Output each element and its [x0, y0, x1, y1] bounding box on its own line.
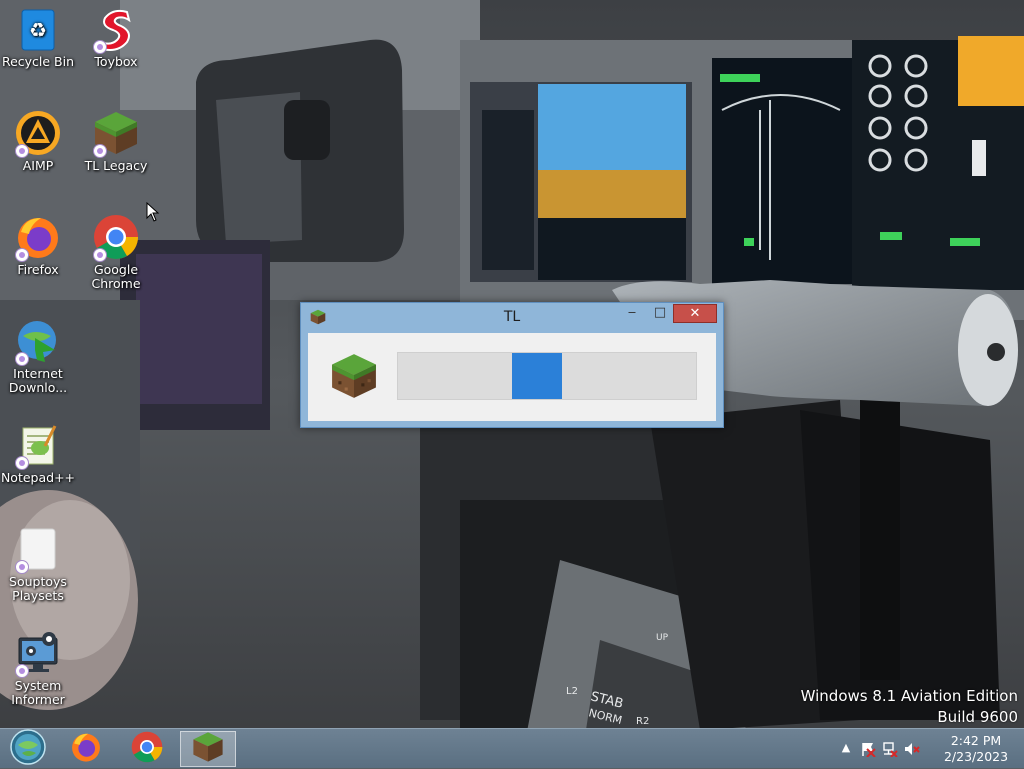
- shortcut-arrow-icon: [15, 352, 29, 366]
- clock-date: 2/23/2023: [943, 749, 1009, 764]
- windows-edition-watermark: Windows 8.1 Aviation Edition Build 9600: [801, 686, 1018, 728]
- shortcut-arrow-icon: [93, 248, 107, 262]
- desktop-icon-firefox[interactable]: Firefox: [0, 208, 76, 277]
- toybox-icon: [93, 6, 139, 54]
- shortcut-arrow-icon: [15, 560, 29, 574]
- svg-text:UP: UP: [656, 633, 669, 643]
- notepad-plus-plus-icon: [15, 422, 61, 470]
- desktop-icon-internet-download-manager[interactable]: Internet Downlo...: [0, 312, 76, 395]
- desktop-icon-souptoys-playsets[interactable]: Souptoys Playsets: [0, 520, 76, 603]
- desktop-icon-label: Notepad++: [0, 470, 76, 485]
- desktop-icon-label: Toybox: [94, 54, 138, 69]
- desktop-icon-label: Internet Downlo...: [8, 366, 68, 395]
- grass-block-icon: [330, 352, 378, 400]
- firefox-icon: [15, 214, 61, 262]
- shortcut-arrow-icon: [15, 248, 29, 262]
- taskbar-clock[interactable]: 2:42 PM 2/23/2023: [936, 733, 1016, 765]
- desktop-icon-recycle-bin[interactable]: ♻ Recycle Bin: [0, 0, 76, 69]
- watermark-edition: Windows 8.1 Aviation Edition: [800, 687, 1018, 705]
- shortcut-arrow-icon: [15, 144, 29, 158]
- close-icon: ✕: [689, 306, 701, 321]
- svg-text:R2: R2: [636, 716, 649, 727]
- desktop-icon-system-informer[interactable]: System Informer: [0, 624, 76, 707]
- volume-muted-icon[interactable]: [904, 741, 920, 757]
- taskbar: ▲ 2:42 PM 2/23/2023: [0, 728, 1024, 768]
- marquee-progress-bar: [397, 352, 697, 400]
- desktop-icon-label: System Informer: [11, 678, 65, 707]
- grass-block-icon: [192, 731, 224, 767]
- clock-time: 2:42 PM: [950, 733, 1002, 748]
- desktop-icon-label: TL Legacy: [84, 158, 148, 173]
- window-titlebar[interactable]: TL ‒ □ ✕: [301, 303, 723, 331]
- svg-text:L2: L2: [566, 686, 578, 697]
- taskbar-chrome-button[interactable]: [119, 731, 175, 767]
- blank-document-icon: [15, 526, 61, 574]
- minimize-icon: ‒: [627, 305, 637, 320]
- start-orb-icon: [10, 729, 46, 769]
- system-tray: ▲ 2:42 PM 2/23/2023: [834, 729, 1024, 769]
- shortcut-arrow-icon: [15, 664, 29, 678]
- desktop-icon-label: Google Chrome: [91, 262, 141, 291]
- network-icon[interactable]: [882, 741, 898, 758]
- desktop-icon-toybox[interactable]: Toybox: [78, 0, 154, 69]
- system-informer-icon: [15, 630, 61, 678]
- idm-icon: [15, 318, 61, 366]
- desktop-icon-label: Firefox: [17, 262, 59, 277]
- show-hidden-icons-button[interactable]: ▲: [838, 741, 854, 757]
- svg-text:♻: ♻: [29, 18, 47, 42]
- maximize-button[interactable]: □: [647, 304, 673, 323]
- watermark-build: Build 9600: [937, 708, 1018, 726]
- start-button[interactable]: [0, 729, 56, 769]
- desktop-icon-google-chrome[interactable]: Google Chrome: [78, 208, 154, 291]
- shortcut-arrow-icon: [93, 40, 107, 54]
- taskbar-tl-legacy-button[interactable]: [180, 731, 236, 767]
- tl-loading-window[interactable]: TL ‒ □ ✕: [300, 302, 724, 428]
- mouse-cursor-icon: [146, 201, 160, 222]
- chrome-icon: [131, 731, 163, 767]
- shortcut-arrow-icon: [93, 144, 107, 158]
- desktop-icon-aimp[interactable]: AIMP: [0, 104, 76, 173]
- maximize-icon: □: [653, 305, 667, 320]
- desktop-icon-label: AIMP: [22, 158, 54, 173]
- marquee-progress-chunk: [512, 353, 562, 399]
- chrome-icon: [93, 214, 139, 262]
- desktop-icon-label: Recycle Bin: [1, 54, 75, 69]
- taskbar-firefox-button[interactable]: [58, 731, 114, 767]
- shortcut-arrow-icon: [15, 456, 29, 470]
- desktop-icon-tl-legacy[interactable]: TL Legacy: [78, 104, 154, 173]
- action-center-flag-icon[interactable]: [860, 741, 876, 758]
- firefox-icon: [70, 731, 102, 767]
- desktop-icon-notepad-plus-plus[interactable]: Notepad++: [0, 416, 76, 485]
- minimize-button[interactable]: ‒: [619, 304, 645, 323]
- window-client-area: [308, 333, 716, 421]
- close-button[interactable]: ✕: [673, 304, 717, 323]
- recycle-bin-icon: ♻: [15, 6, 61, 52]
- desktop-icon-label: Souptoys Playsets: [9, 574, 67, 603]
- aimp-icon: [15, 110, 61, 158]
- grass-block-icon: [93, 110, 139, 158]
